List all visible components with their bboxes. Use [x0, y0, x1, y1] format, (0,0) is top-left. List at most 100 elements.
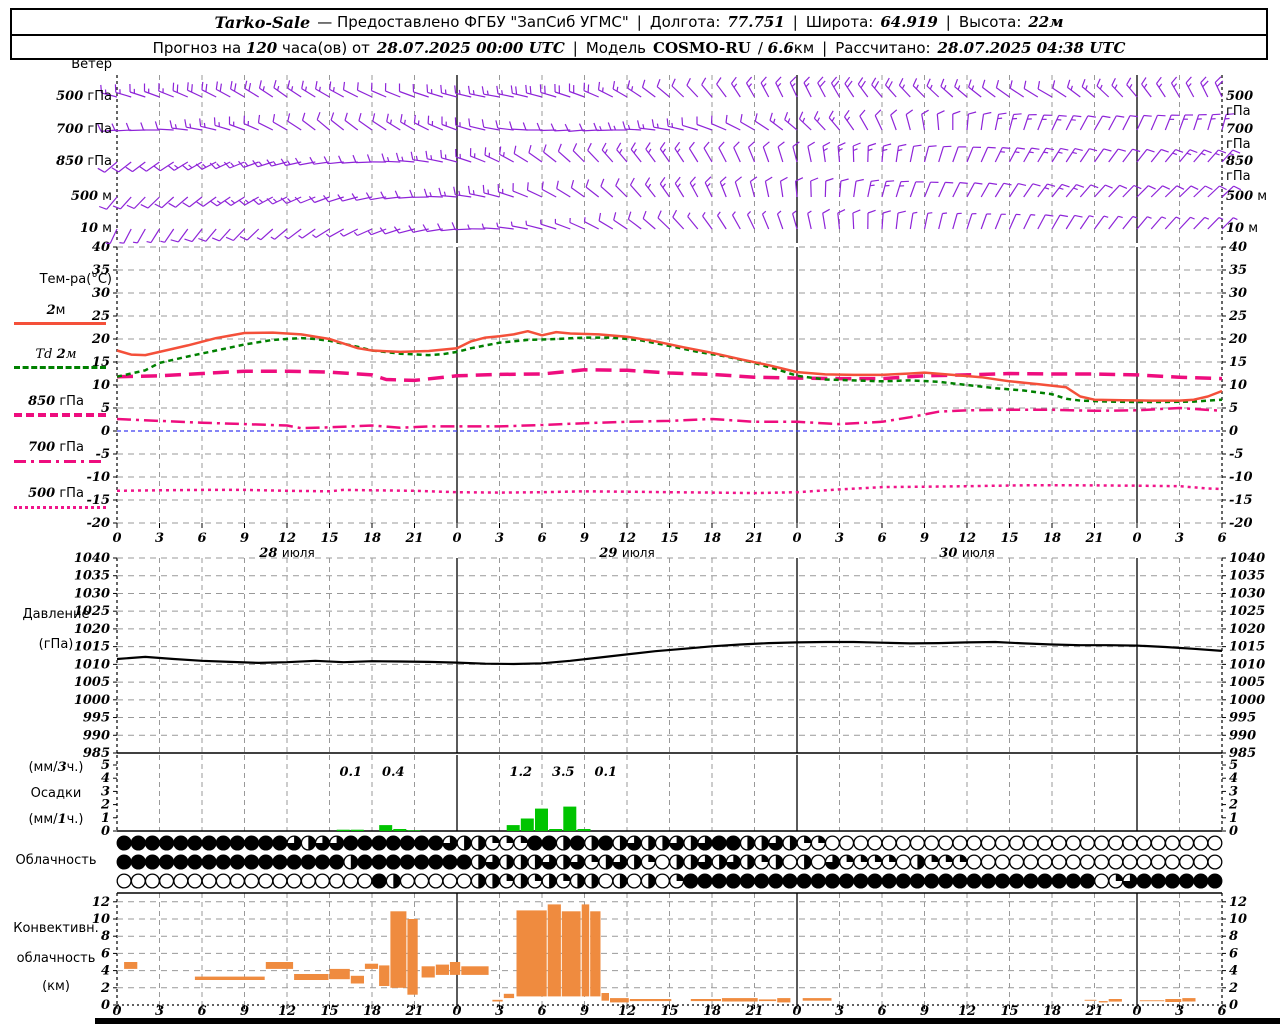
cloud-circle: [399, 873, 415, 889]
svg-text:-5: -5: [1229, 447, 1243, 462]
wind-level-label-700hpa-right: 700 гПа: [1226, 122, 1254, 152]
cloud-fill: [428, 855, 443, 869]
cloud-circle: [215, 873, 231, 889]
svg-text:8: 8: [1229, 929, 1238, 944]
svg-text:12: 12: [958, 1004, 976, 1019]
cloud-circle: [1051, 835, 1067, 851]
svg-text:0: 0: [1132, 1004, 1141, 1019]
longitude-label: Долгота:: [649, 13, 721, 31]
cloud-circle: [1164, 854, 1180, 870]
cloud-fill: [676, 874, 684, 881]
legend-line-700hpa: [14, 460, 106, 463]
svg-text:0: 0: [101, 424, 110, 439]
precip-panel-title: Осадки: [30, 786, 82, 801]
cloud-fill: [1151, 874, 1166, 888]
cloud-circle: [994, 835, 1010, 851]
svg-text:990: 990: [83, 728, 110, 743]
cloud-fill: [117, 836, 131, 850]
cloud-fill: [577, 874, 585, 888]
cloud-fill: [428, 836, 443, 850]
separator: |: [822, 39, 828, 57]
cloud-circle: [130, 873, 146, 889]
cloud-circle: [442, 873, 458, 889]
bottom-bar: [95, 1018, 1280, 1024]
cloud-circle: [1122, 854, 1138, 870]
cloud-circle: [456, 873, 472, 889]
calc-label: Рассчитано:: [835, 39, 931, 57]
cloud-fill: [202, 836, 217, 850]
wind-barb-row-850гПа: [97, 141, 1241, 173]
cloud-fill: [343, 836, 358, 850]
svg-text:0: 0: [112, 531, 121, 546]
cloud-fill: [726, 874, 741, 888]
cloud-fill: [393, 874, 401, 888]
pressure-panel-title: Давление: [22, 607, 90, 622]
cloud-circle: [229, 873, 245, 889]
cloud-circle: [1037, 854, 1053, 870]
svg-text:1030: 1030: [1229, 586, 1265, 601]
cloud-fill: [591, 836, 599, 850]
svg-text:28 июля: 28 июля: [258, 546, 314, 561]
svg-text:21: 21: [1084, 1004, 1103, 1019]
svg-text:1010: 1010: [1229, 657, 1265, 672]
convective-bar: [461, 966, 489, 975]
svg-text:9: 9: [920, 531, 929, 546]
convective-bar: [1108, 999, 1122, 1002]
cloud-fill: [868, 874, 882, 888]
cloud-fill: [414, 836, 429, 850]
cloud-circle: [144, 873, 160, 889]
svg-text:-20: -20: [1229, 516, 1253, 531]
svg-text:40: 40: [1229, 240, 1247, 255]
cloud-fill: [173, 855, 188, 869]
convective-bar: [516, 910, 547, 997]
svg-text:15: 15: [320, 531, 338, 546]
cloud-fill: [591, 855, 599, 862]
convective-bar: [629, 999, 672, 1002]
svg-text:1015: 1015: [1229, 640, 1265, 655]
convective-bar: [350, 975, 364, 984]
svg-text:6: 6: [537, 531, 546, 546]
cloud-fill: [860, 855, 868, 862]
precip-bar: [407, 830, 421, 831]
convective-bar: [690, 999, 721, 1002]
wind-barb-row-500м: [98, 176, 1242, 210]
svg-text:18: 18: [1043, 1004, 1061, 1019]
cloud-fill: [846, 855, 854, 862]
cloud-fill: [358, 855, 372, 869]
cloud-fill: [534, 855, 542, 869]
cloud-fill: [492, 874, 500, 888]
svg-text:18: 18: [703, 531, 721, 546]
convective-bar: [1098, 1001, 1108, 1003]
svg-text:18: 18: [703, 1004, 721, 1019]
cloud-circle: [300, 873, 316, 889]
cloud-circle: [895, 854, 911, 870]
svg-text:9: 9: [240, 1004, 249, 1019]
svg-text:12: 12: [278, 531, 296, 546]
cloud-fill: [690, 855, 698, 869]
cloud-fill: [818, 836, 826, 843]
cloud-fill: [350, 855, 358, 869]
svg-text:15: 15: [1000, 1004, 1018, 1019]
cloud-fill: [173, 836, 188, 850]
cloud-fill: [542, 836, 556, 850]
svg-text:1000: 1000: [74, 693, 110, 708]
svg-text:12: 12: [1229, 895, 1247, 910]
cloud-fill: [945, 855, 953, 862]
cloud-circle: [159, 873, 175, 889]
cloud-fill: [676, 855, 684, 869]
svg-text:12: 12: [92, 895, 110, 910]
cloud-circle: [1136, 835, 1152, 851]
svg-text:29 июля: 29 июля: [598, 546, 654, 561]
precip-bar: [563, 806, 577, 831]
precip-bar: [535, 808, 548, 831]
bottom-time-axis-labels: 0 3 6 9 12 15 18 21 0 3 6 9 12 15 18 21 0 3 6 9 12 15 18 21 0 3 6: [112, 1004, 1226, 1019]
cloud-fill: [889, 855, 896, 862]
cloud-fill: [258, 855, 273, 869]
svg-text:6: 6: [1217, 1004, 1226, 1019]
cloud-fill: [358, 836, 372, 850]
cloudiness-panel: [116, 835, 1223, 889]
cloud-fill: [520, 874, 528, 888]
cloud-fill: [1052, 874, 1066, 888]
svg-text:15: 15: [660, 531, 678, 546]
svg-text:18: 18: [1043, 531, 1061, 546]
